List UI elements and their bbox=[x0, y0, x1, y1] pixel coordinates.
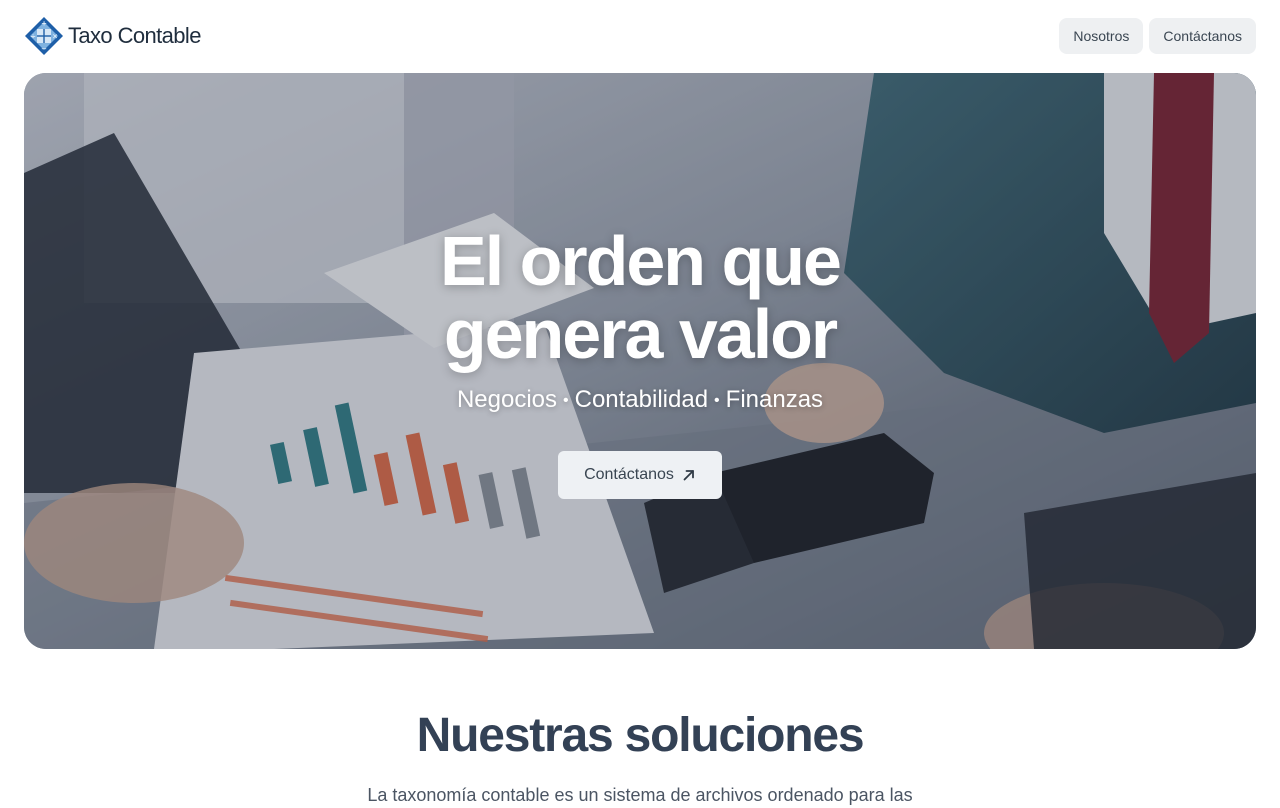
hero-banner: El orden que genera valor Negocios • Conta… bbox=[24, 73, 1256, 649]
logo-icon: + ÷ × − bbox=[25, 17, 63, 55]
nav-contactanos-button[interactable]: Contáctanos bbox=[1149, 18, 1256, 54]
arrow-up-right-icon bbox=[683, 470, 694, 481]
svg-text:−: − bbox=[41, 45, 47, 53]
solutions-description: La taxonomía contable es un sistema de a… bbox=[367, 785, 913, 805]
nav-nosotros-button[interactable]: Nosotros bbox=[1059, 18, 1144, 54]
svg-text:÷: ÷ bbox=[30, 33, 36, 41]
hero-subtitle-item-contabilidad: Contabilidad bbox=[574, 386, 709, 413]
hero-contact-button-label: Contáctanos bbox=[584, 466, 674, 483]
hero-title-line-1: El orden que bbox=[440, 222, 842, 300]
hero-contact-button[interactable]: Contáctanos bbox=[558, 451, 722, 499]
site-header: + ÷ × − Taxo Contable Nosotros Contáctan… bbox=[0, 0, 1280, 73]
svg-text:+: + bbox=[41, 20, 47, 28]
logo-text: Taxo Contable bbox=[68, 23, 201, 48]
logo-link[interactable]: + ÷ × − Taxo Contable bbox=[24, 15, 201, 57]
separator-dot: • bbox=[714, 391, 720, 409]
hero-title-line-2: genera valor bbox=[443, 295, 838, 373]
hero-title: El orden que genera valor bbox=[24, 225, 1256, 371]
hero-subtitle-item-negocios: Negocios bbox=[456, 386, 557, 413]
top-nav: Nosotros Contáctanos bbox=[1059, 18, 1256, 54]
solutions-heading: Nuestras soluciones bbox=[416, 709, 865, 762]
svg-text:×: × bbox=[52, 33, 58, 41]
hero-subtitle-item-finanzas: Finanzas bbox=[725, 386, 824, 413]
separator-dot: • bbox=[563, 391, 569, 409]
hero-subtitle: Negocios • Contabilidad • Finanzas bbox=[24, 385, 1256, 416]
